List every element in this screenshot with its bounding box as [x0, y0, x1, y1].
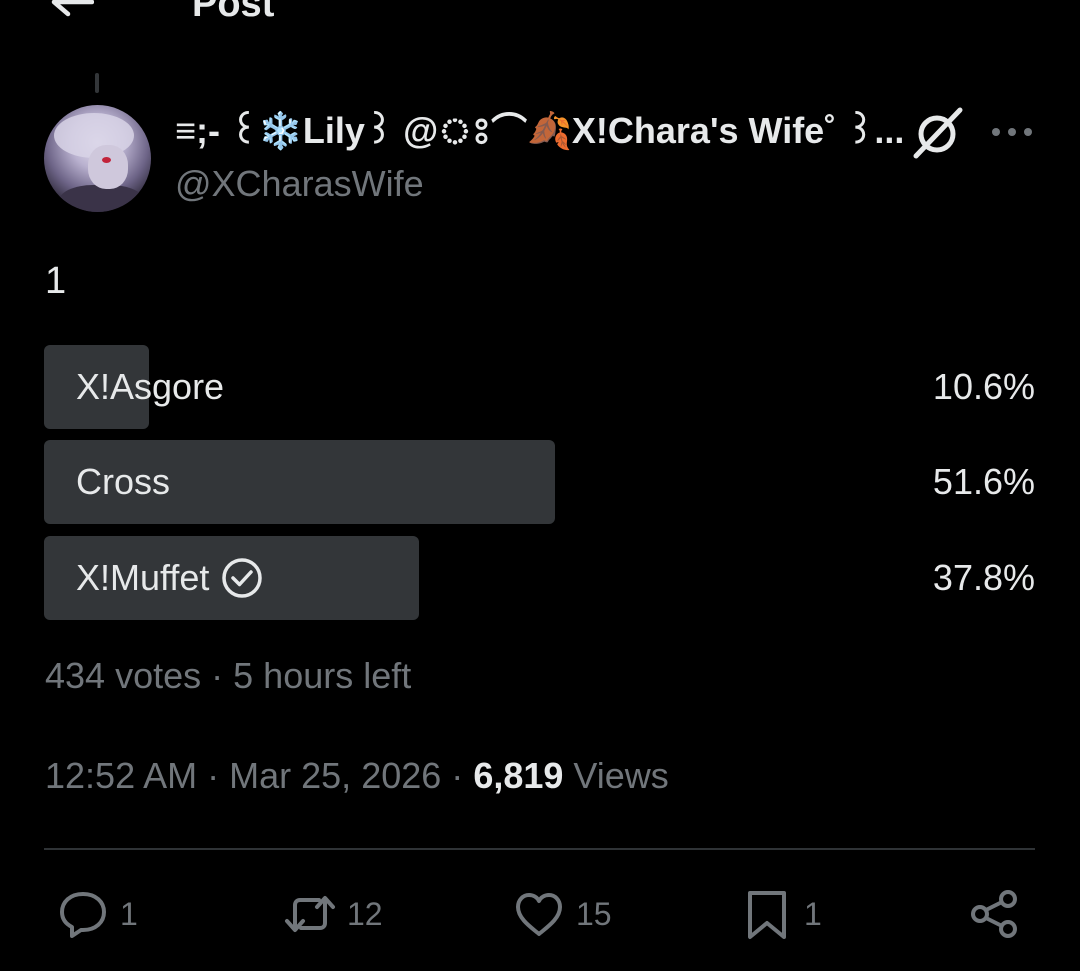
reply-count: 1: [120, 895, 138, 932]
poll-votes: 434 votes: [45, 655, 202, 696]
author-display-name[interactable]: ≡;- ꒰❄️Lily꒱ @ঃ⌒🍂X!Chara's Wife˚ ꒱...: [175, 110, 904, 152]
check-circle-icon: [222, 558, 263, 598]
bookmark-icon: [748, 891, 786, 939]
post-time[interactable]: 12:52 AM: [45, 755, 197, 796]
reply-button[interactable]: 1: [56, 884, 138, 944]
poll-option-label: Cross: [76, 461, 171, 502]
like-count: 15: [576, 895, 612, 932]
share-button[interactable]: [968, 884, 1022, 944]
poll-option-label: X!Muffet: [76, 536, 263, 620]
poll-time-left: 5 hours left: [233, 655, 412, 696]
page-title: Post: [192, 0, 275, 25]
back-arrow-icon[interactable]: [48, 0, 94, 28]
repost-icon: [285, 896, 335, 932]
post-timestamp: 12:52 AM · Mar 25, 2026 · 6,819 Views: [45, 755, 669, 796]
poll-option: Cross 51.6%: [44, 440, 1035, 524]
like-button[interactable]: 15: [512, 884, 612, 944]
share-icon: [971, 890, 1017, 938]
repost-count: 12: [347, 895, 383, 932]
poll-meta: 434 votes · 5 hours left: [45, 655, 412, 696]
poll-option-percent: 37.8%: [932, 557, 1035, 598]
poll-option-percent: 10.6%: [932, 366, 1035, 407]
repost-button[interactable]: 12: [283, 884, 383, 944]
more-icon[interactable]: [990, 122, 1034, 142]
poll-option: X!Asgore 10.6%: [44, 345, 1035, 429]
bookmark-button[interactable]: 1: [740, 884, 822, 944]
poll-option: X!Muffet 37.8%: [44, 536, 1035, 620]
divider: [44, 848, 1035, 850]
views-label[interactable]: Views: [573, 755, 668, 796]
post-date[interactable]: Mar 25, 2026: [229, 755, 441, 796]
reply-icon: [60, 892, 106, 938]
bookmark-count: 1: [804, 895, 822, 932]
like-icon: [516, 893, 562, 936]
avatar[interactable]: [44, 105, 151, 212]
post-text: 1: [45, 260, 67, 302]
thread-line: [95, 73, 99, 93]
author-handle[interactable]: @XCharasWife: [175, 163, 424, 205]
grok-icon[interactable]: [910, 106, 964, 160]
poll-option-percent: 51.6%: [932, 461, 1035, 502]
top-bar: Post: [0, 0, 1080, 60]
views-count[interactable]: 6,819: [473, 755, 563, 796]
poll-option-label: X!Asgore: [76, 366, 225, 407]
